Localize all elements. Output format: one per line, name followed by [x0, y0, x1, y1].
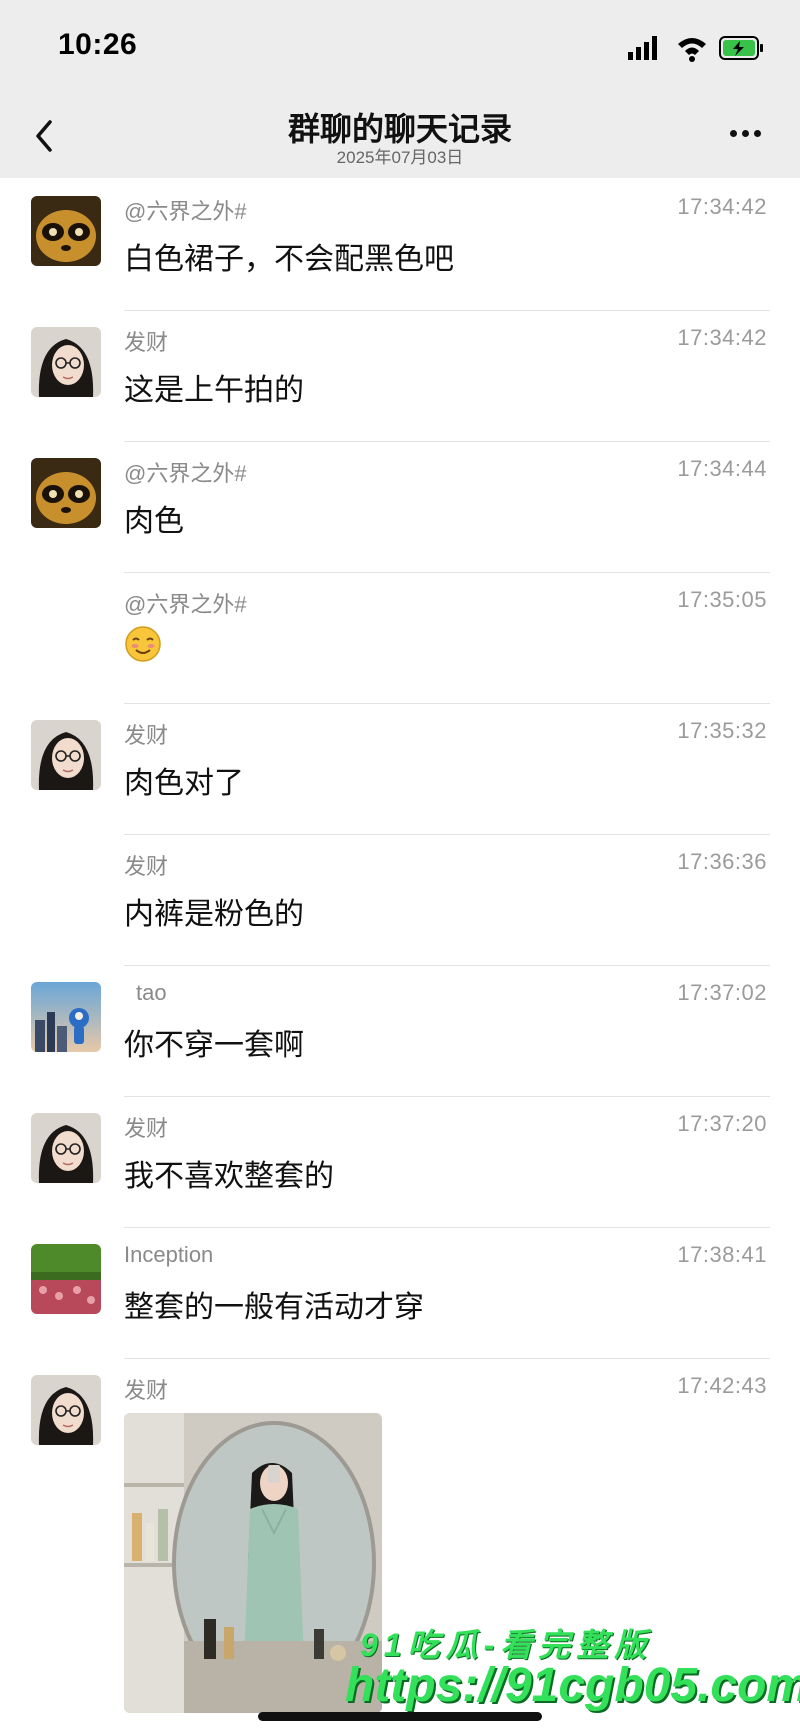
- sender-name: 发财: [124, 1116, 169, 1141]
- mirror-selfie-photo[interactable]: [124, 1413, 382, 1713]
- more-dots-icon: [730, 130, 737, 137]
- message-item[interactable]: @六界之外# 17:34:44 肉色: [0, 442, 800, 573]
- sender-name: @六界之外#: [124, 592, 247, 617]
- message-item[interactable]: @六界之外# 17:35:05: [0, 573, 800, 704]
- sender-name: 发财: [124, 723, 169, 748]
- message-time: 17:35:32: [677, 718, 767, 743]
- sender-name: @六界之外#: [124, 199, 247, 224]
- sender-name: tao: [136, 980, 167, 1005]
- girl-avatar-icon: [31, 720, 101, 790]
- home-indicator[interactable]: [258, 1712, 542, 1721]
- top-bar: 10:26 群聊的聊天记录 2025年07月03日: [0, 0, 800, 178]
- avatar[interactable]: [31, 458, 101, 528]
- sender-name: 发财: [124, 330, 169, 355]
- message-time: 17:34:42: [677, 194, 767, 219]
- avatar[interactable]: [31, 1113, 101, 1183]
- watermark-line-2[interactable]: https://91cgb05.com: [345, 1658, 800, 1713]
- status-time: 10:26: [58, 28, 138, 61]
- message-item[interactable]: 发财 17:37:20 我不喜欢整套的: [0, 1097, 800, 1228]
- sender-name: 发财: [124, 854, 169, 879]
- message-item[interactable]: 发财 17:35:32 肉色对了: [0, 704, 800, 835]
- signal-icon: [628, 36, 657, 60]
- avatar[interactable]: [31, 196, 101, 266]
- girl-avatar-icon: [31, 327, 101, 397]
- sender-name: 发财: [124, 1378, 169, 1403]
- avatar[interactable]: [31, 982, 101, 1052]
- message-text: 你不穿一套啊: [124, 1029, 304, 1062]
- message-item[interactable]: @六界之外# 17:34:42 白色裙子，不会配黑色吧: [0, 180, 800, 311]
- message-time: 17:42:43: [677, 1373, 767, 1398]
- status-icons: [628, 36, 763, 62]
- page-subtitle: 2025年07月03日: [336, 148, 464, 167]
- field-avatar-icon: [31, 1244, 101, 1314]
- message-time: 17:37:20: [677, 1111, 767, 1136]
- avatar[interactable]: [31, 720, 101, 790]
- message-text: 肉色: [124, 505, 184, 538]
- message-time: 17:38:41: [677, 1242, 767, 1267]
- message-text: 内裤是粉色的: [124, 898, 304, 931]
- sender-name: Inception: [124, 1242, 214, 1267]
- panda-avatar-icon: [31, 458, 101, 528]
- message-time: 17:36:36: [677, 849, 767, 874]
- wifi-icon: [678, 38, 706, 62]
- more-options-button[interactable]: [730, 124, 770, 144]
- message-time: 17:37:02: [677, 980, 767, 1005]
- message-item[interactable]: 发财 17:36:36 内裤是粉色的: [0, 835, 800, 966]
- message-text: 白色裙子，不会配黑色吧: [124, 243, 454, 276]
- message-text: 这是上午拍的: [124, 374, 304, 407]
- message-time: 17:34:42: [677, 325, 767, 350]
- avatar[interactable]: [31, 327, 101, 397]
- message-text: 整套的一般有活动才穿: [124, 1291, 424, 1324]
- message-item[interactable]: Inception 17:38:41 整套的一般有活动才穿: [0, 1228, 800, 1359]
- girl-avatar-icon: [31, 1375, 101, 1445]
- message-item[interactable]: 发财 17:34:42 这是上午拍的: [0, 311, 800, 442]
- battery-icon: [719, 36, 763, 60]
- avatar[interactable]: [31, 1244, 101, 1314]
- panda-avatar-icon: [31, 196, 101, 266]
- avatar[interactable]: [31, 1375, 101, 1445]
- message-time: 17:35:05: [677, 587, 767, 612]
- smiling-emoji-icon: [125, 626, 161, 662]
- city-avatar-icon: [31, 982, 101, 1052]
- sender-name: @六界之外#: [124, 461, 247, 486]
- message-time: 17:34:44: [677, 456, 767, 481]
- message-text: 我不喜欢整套的: [124, 1160, 334, 1193]
- message-item[interactable]: tao 17:37:02 你不穿一套啊: [0, 966, 800, 1097]
- message-text: 肉色对了: [124, 767, 244, 800]
- girl-avatar-icon: [31, 1113, 101, 1183]
- photo-image: [124, 1413, 382, 1713]
- chat-history-screen: 10:26 群聊的聊天记录 2025年07月03日 @六界之外# 17:34:4…: [0, 0, 800, 1732]
